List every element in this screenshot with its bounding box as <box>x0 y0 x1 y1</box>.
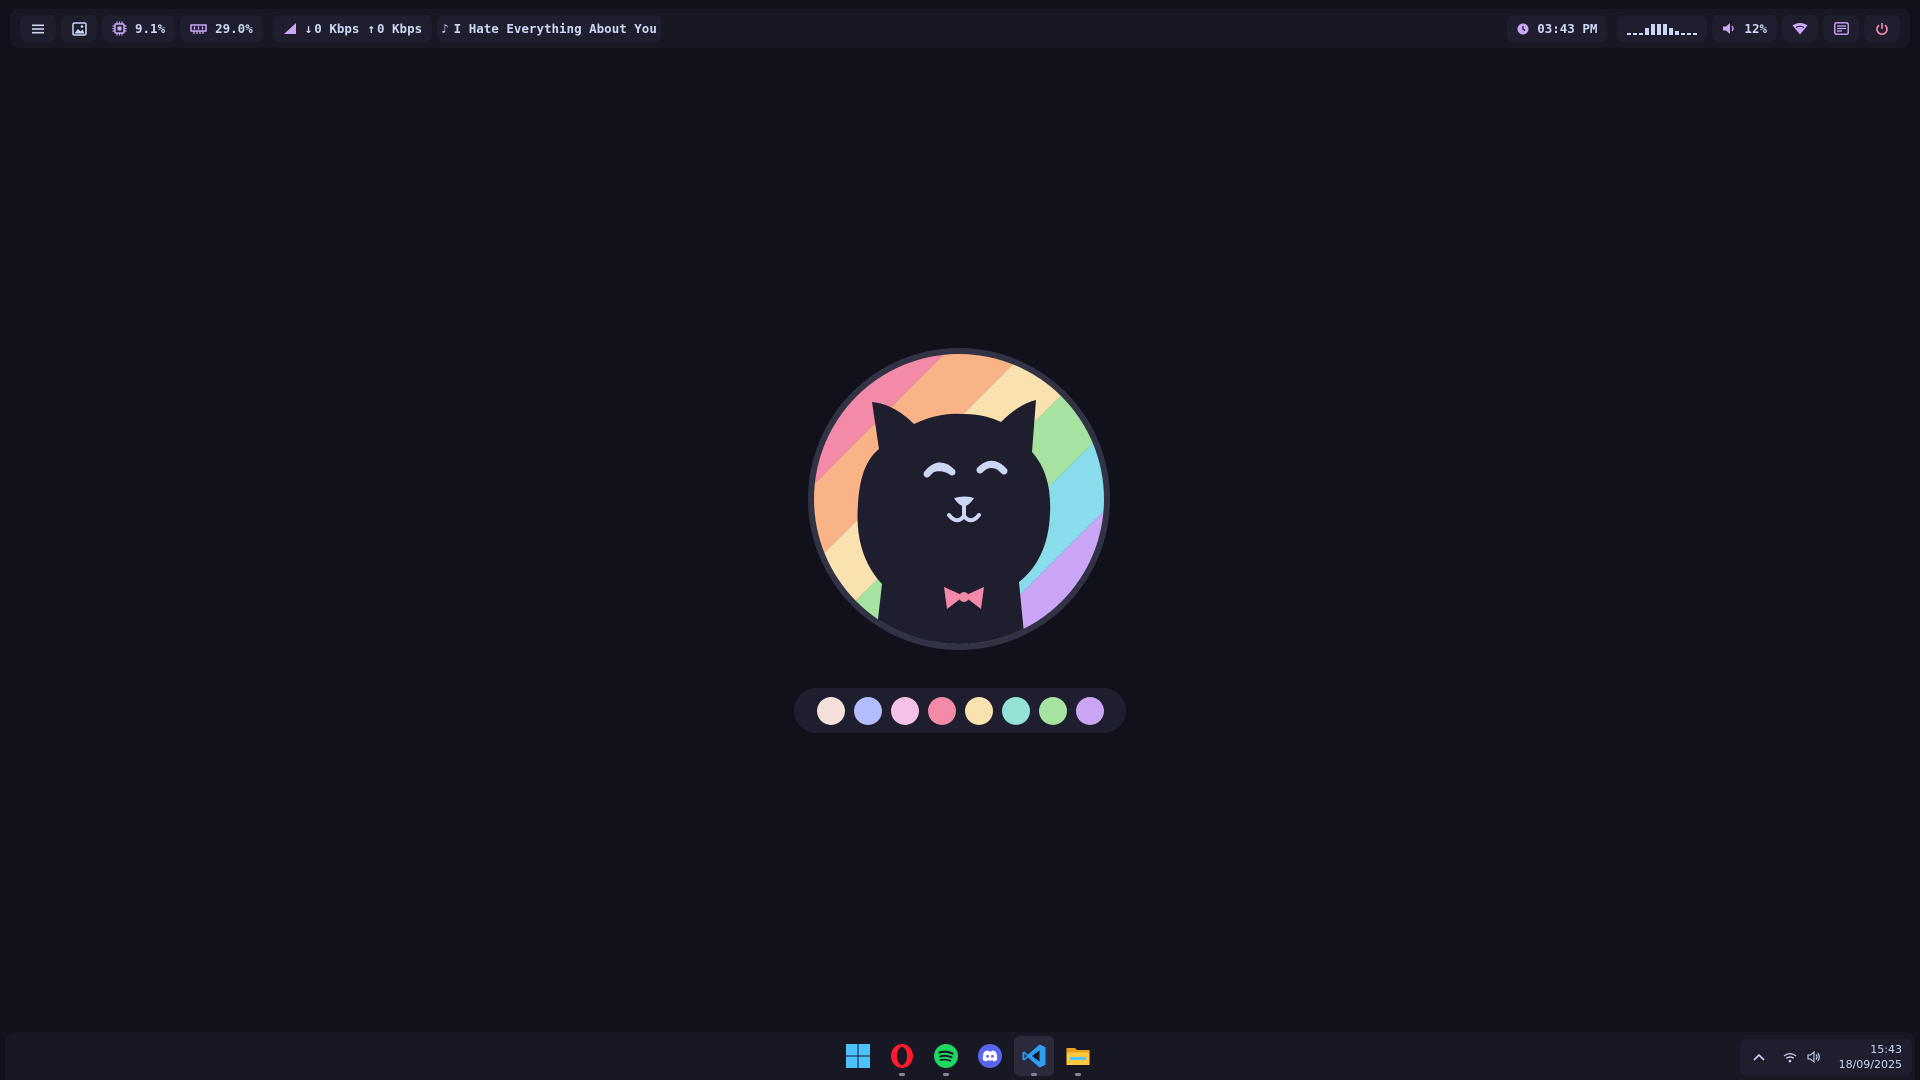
tray-network-button[interactable] <box>1778 1052 1802 1063</box>
memory-usage-text: 29.0% <box>215 21 253 36</box>
visualizer-bar <box>1627 32 1632 35</box>
taskbar-app-opera[interactable] <box>882 1036 922 1076</box>
visualizer-bar <box>1645 27 1650 35</box>
color-palette <box>794 688 1126 733</box>
visualizer-bar <box>1657 23 1662 35</box>
palette-swatch <box>853 696 882 725</box>
top-bar: 9.1% 29.0% ↓ 0 Kbps ↑ 0 Kbps ♪ I Hate Ev… <box>10 9 1910 48</box>
speaker-icon <box>1807 1051 1820 1063</box>
audio-visualizer-bars <box>1627 23 1698 35</box>
running-indicator <box>899 1073 905 1076</box>
signal-icon <box>283 23 296 34</box>
palette-swatch <box>1038 696 1067 725</box>
volume-module[interactable]: 12% <box>1712 15 1777 42</box>
running-indicator <box>1075 1073 1081 1076</box>
upload-speed-text: 0 Kbps <box>376 21 423 36</box>
image-icon <box>71 21 87 36</box>
speaker-icon <box>1723 23 1735 34</box>
media-module[interactable]: ♪ I Hate Everything About You <box>437 15 661 42</box>
palette-swatch <box>964 696 993 725</box>
upload-arrow-icon: ↑ <box>367 21 375 36</box>
palette-swatch <box>816 696 845 725</box>
vscode-icon <box>1022 1044 1046 1068</box>
visualizer-bar <box>1651 23 1656 35</box>
palette-swatch <box>1075 696 1104 725</box>
folder-icon <box>1066 1048 1090 1065</box>
visualizer-bar <box>1633 32 1638 35</box>
network-speed-module[interactable]: ↓ 0 Kbps ↑ 0 Kbps <box>272 15 433 42</box>
wallpaper-button[interactable] <box>61 15 97 42</box>
taskbar-clock-date: 18/09/2025 <box>1838 1058 1902 1071</box>
visualizer-bar <box>1675 30 1680 35</box>
catppuccin-logo <box>808 348 1110 650</box>
running-indicator <box>943 1073 949 1076</box>
control-center-button[interactable] <box>1823 15 1859 42</box>
clock-text: 03:43 PM <box>1537 21 1598 36</box>
taskbar-app-discord[interactable] <box>970 1036 1010 1076</box>
visualizer-bar <box>1687 32 1692 35</box>
visualizer-bar <box>1663 23 1668 35</box>
hamburger-menu-icon <box>32 24 44 33</box>
taskbar-app-file-explorer[interactable] <box>1058 1036 1098 1076</box>
cpu-usage-text: 9.1% <box>135 21 166 36</box>
menu-button[interactable] <box>20 15 56 42</box>
taskbar-clock-time: 15:43 <box>1870 1043 1902 1056</box>
power-icon <box>1876 22 1888 35</box>
cpu-icon <box>112 21 127 36</box>
taskbar-apps <box>838 1032 1098 1080</box>
start-button[interactable] <box>838 1036 878 1076</box>
wifi-icon <box>1783 1052 1797 1062</box>
windows-start-icon <box>846 1044 870 1068</box>
download-speed-text: 0 Kbps <box>314 21 360 36</box>
memory-module[interactable]: 29.0% <box>180 15 263 42</box>
opera-icon <box>891 1044 913 1068</box>
dashboard-icon <box>1833 22 1849 35</box>
taskbar-app-vscode[interactable] <box>1014 1036 1054 1076</box>
running-indicator <box>1031 1073 1037 1076</box>
taskbar-app-spotify[interactable] <box>926 1036 966 1076</box>
palette-swatch <box>890 696 919 725</box>
top-bar-left: 9.1% 29.0% ↓ 0 Kbps ↑ 0 Kbps ♪ I Hate Ev… <box>10 15 671 42</box>
visualizer-bar <box>1639 32 1644 35</box>
power-button[interactable] <box>1864 15 1900 42</box>
music-note-icon: ♪ <box>441 21 449 36</box>
chevron-up-icon <box>1753 1053 1765 1061</box>
visualizer-bar <box>1693 32 1698 35</box>
memory-icon <box>190 23 207 34</box>
wifi-button[interactable] <box>1782 15 1818 42</box>
visualizer-bar <box>1681 32 1686 35</box>
palette-swatch <box>927 696 956 725</box>
volume-level-text: 12% <box>1744 21 1767 36</box>
clock-module[interactable]: 03:43 PM <box>1507 15 1608 42</box>
palette-swatch <box>1001 696 1030 725</box>
rainbow-cat-logo-icon <box>814 354 1104 644</box>
top-bar-right: 03:43 PM 12% <box>1497 15 1910 42</box>
tray-overflow-button[interactable] <box>1747 1053 1771 1061</box>
tray-volume-button[interactable] <box>1802 1051 1826 1063</box>
taskbar: 15:43 18/09/2025 <box>5 1032 1915 1080</box>
discord-icon <box>978 1044 1002 1068</box>
taskbar-clock[interactable]: 15:43 18/09/2025 <box>1839 1042 1902 1072</box>
download-arrow-icon: ↓ <box>304 21 313 36</box>
system-tray: 15:43 18/09/2025 <box>1740 1039 1912 1075</box>
audio-visualizer <box>1617 15 1708 42</box>
cpu-module[interactable]: 9.1% <box>102 15 176 42</box>
media-title-text: I Hate Everything About You <box>453 21 657 36</box>
visualizer-bar <box>1669 27 1674 35</box>
spotify-icon <box>934 1044 958 1068</box>
wifi-icon <box>1792 23 1808 35</box>
clock-icon <box>1517 23 1529 34</box>
